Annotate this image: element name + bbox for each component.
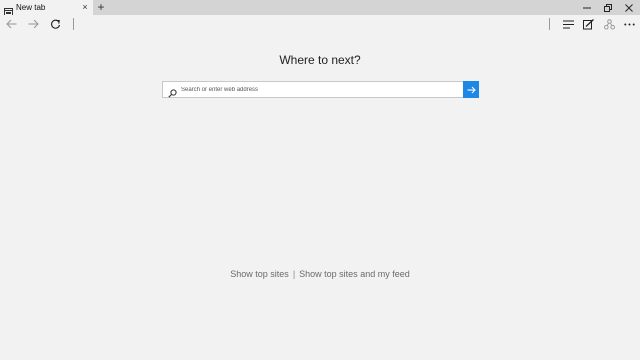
back-arrow-icon [5,19,16,29]
links-separator: | [292,269,296,279]
restore-icon [604,3,612,12]
close-icon [625,3,633,12]
tab-close-icon[interactable]: × [80,2,90,13]
toolbar-divider [549,18,550,30]
show-top-sites-link[interactable]: Show top sites [230,269,289,279]
tab-strip: New tab × + [0,0,640,16]
refresh-icon [50,19,60,29]
hub-button[interactable] [560,16,576,32]
more-button[interactable] [621,16,637,32]
search-box[interactable] [162,81,479,98]
share-icon [603,18,615,29]
forward-button[interactable] [25,16,41,32]
restore-button[interactable] [599,1,617,14]
navigation-toolbar [0,15,640,35]
minimize-button[interactable] [578,1,596,14]
tab-title: New tab [16,3,46,12]
go-arrow-icon [467,86,476,93]
new-tab-button[interactable]: + [95,1,107,14]
web-note-icon [582,18,594,29]
forward-arrow-icon [28,19,39,29]
tab-new-tab[interactable]: New tab × [0,0,93,16]
search-input[interactable] [181,83,461,96]
close-window-button[interactable] [620,1,638,14]
top-sites-options: Show top sites | Show top sites and my fee… [0,268,640,280]
hub-icon [562,20,574,28]
page-heading: Where to next? [279,53,361,67]
browser-tab-icon [4,3,13,16]
show-top-sites-and-feed-link[interactable]: Show top sites and my feed [299,269,410,279]
address-divider [73,18,74,30]
minimize-icon [583,7,591,8]
refresh-button[interactable] [47,16,63,32]
web-note-button[interactable] [580,16,596,32]
go-button[interactable] [463,81,479,98]
back-button[interactable] [3,16,19,32]
share-button[interactable] [601,16,617,32]
more-icon [623,23,635,25]
search-icon [168,85,177,98]
